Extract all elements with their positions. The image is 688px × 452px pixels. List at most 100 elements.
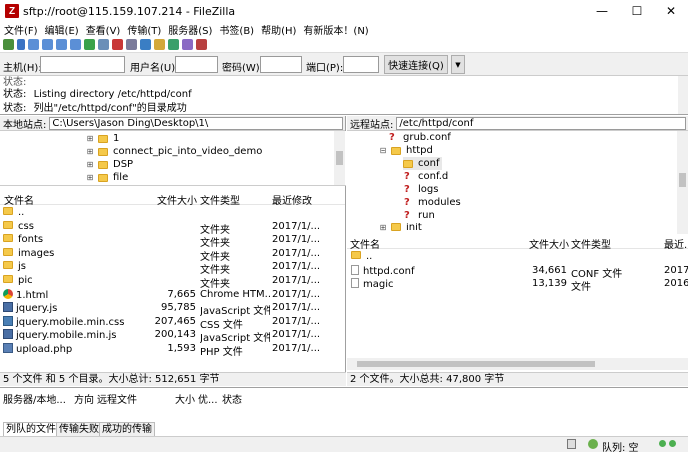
close-button[interactable]: ✕ [654, 0, 688, 22]
expand-icon[interactable]: ⊞ [86, 173, 94, 182]
binoculars-icon[interactable] [196, 38, 207, 50]
col-filesize[interactable]: 文件大小 [529, 236, 569, 251]
toggle-queue-icon[interactable] [70, 38, 81, 50]
menu-transfer[interactable]: 传输(T) [123, 22, 164, 37]
col-filetype[interactable]: 文件类型 [200, 192, 240, 207]
tree-item[interactable]: ⊞ 1 [86, 132, 120, 145]
message-log[interactable]: 状态: 状态: Listing directory /etc/httpd/con… [0, 76, 688, 115]
tree-item[interactable]: ⊟ httpd [379, 144, 433, 157]
col-filetype[interactable]: 文件类型 [571, 236, 611, 251]
sync-browsing-icon[interactable] [168, 38, 179, 50]
menu-file[interactable]: 文件(F) [0, 22, 41, 37]
quickconnect-bar: 主机(H): 用户名(U): 密码(W): 端口(P): 快速连接(Q) ▼ [0, 52, 688, 76]
table-row[interactable]: jquery.mobile.min.css 207,465 CSS 文件 2017/1… [0, 315, 345, 331]
menu-bookmarks[interactable]: 书签(B) [215, 22, 257, 37]
tree-item[interactable]: ⊞ DSP [86, 158, 133, 171]
table-row[interactable]: jquery.js 95,785 JavaScript 文件 2017/1/... [0, 301, 345, 317]
toggle-log-icon[interactable] [28, 38, 39, 50]
expand-icon[interactable]: ⊞ [379, 223, 387, 231]
col-server-local[interactable]: 服务器/本地... [3, 391, 66, 406]
disconnect-icon[interactable] [126, 38, 137, 50]
table-row[interactable]: 1.html 7,665 Chrome HTM... 2017/1/... [0, 288, 345, 302]
col-priority[interactable]: 优... [198, 391, 218, 406]
tree-item[interactable]: ? logs [404, 183, 438, 196]
menu-server[interactable]: 服务器(S) [164, 22, 215, 37]
window-title: sftp://root@115.159.107.214 - FileZilla [23, 4, 236, 18]
file-name: jquery.mobile.min.css [16, 316, 125, 328]
user-input[interactable] [175, 56, 218, 73]
table-row[interactable]: fonts 文件夹 2017/1/... [0, 233, 345, 249]
tab-failed-transfers[interactable]: 传输失败 [56, 422, 102, 436]
col-filename[interactable]: 文件名 [350, 236, 380, 251]
collapse-icon[interactable]: ⊟ [379, 146, 387, 155]
table-row[interactable]: js 文件夹 2017/1/... [0, 260, 345, 276]
password-input[interactable] [260, 56, 302, 73]
reconnect-icon[interactable] [140, 38, 151, 50]
table-row[interactable]: .. [0, 206, 345, 220]
upload-indicator-icon [659, 440, 666, 447]
menu-help[interactable]: 帮助(H) [257, 22, 299, 37]
tree-item[interactable]: ? grub.conf [389, 131, 451, 144]
col-modified[interactable]: 最近... [664, 236, 688, 251]
process-queue-icon[interactable] [98, 38, 109, 50]
local-path-input[interactable]: C:\Users\Jason Ding\Desktop\1\ [49, 116, 343, 130]
tree-item[interactable]: ? run [404, 209, 435, 222]
expand-icon[interactable]: ⊞ [86, 147, 94, 156]
col-status[interactable]: 状态 [222, 391, 242, 406]
remote-hscrollbar[interactable] [347, 358, 688, 370]
menu-view[interactable]: 查看(V) [82, 22, 124, 37]
col-remote-file[interactable]: 远程文件 [97, 391, 137, 406]
remote-path-input[interactable]: /etc/httpd/conf [396, 116, 686, 130]
directory-comparison-icon[interactable] [154, 38, 165, 50]
table-row[interactable]: httpd.conf34,661CONF 文件2017/ [347, 264, 688, 280]
remote-tree-scrollbar[interactable] [677, 131, 688, 244]
log-line: 状态: Listing directory /etc/httpd/conf [3, 85, 192, 100]
remote-list-header: 文件名 文件大小 文件类型 最近... [347, 234, 688, 251]
tree-item[interactable]: ⊞ connect_pic_into_video_demo [86, 145, 263, 158]
search-files-icon[interactable] [182, 38, 193, 50]
host-input[interactable] [40, 56, 125, 73]
tree-item[interactable]: ⊞ file [86, 171, 129, 184]
tree-item-selected[interactable]: conf [403, 157, 443, 170]
table-row[interactable]: jquery.mobile.min.js 200,143 JavaScript 文件… [0, 328, 345, 344]
toggle-remote-tree-icon[interactable] [56, 38, 67, 50]
table-row[interactable]: pic 文件夹 2017/1/... [0, 274, 345, 290]
table-row[interactable]: css 文件夹 2017/1/... [0, 220, 345, 236]
col-filename[interactable]: 文件名 [4, 192, 34, 207]
local-tree-scrollbar[interactable] [334, 131, 345, 185]
col-direction[interactable]: 方向 [74, 391, 94, 406]
menu-new-version[interactable]: 有新版本！(N) [299, 22, 371, 37]
site-manager-dropdown-icon[interactable] [17, 38, 25, 50]
tab-queued-files[interactable]: 列队的文件 [3, 422, 59, 436]
file-size: 95,785 [161, 302, 196, 314]
col-size[interactable]: 大小 [175, 391, 195, 406]
file-modified: 2017/ [664, 264, 688, 276]
log-scrollbar[interactable] [678, 76, 688, 114]
tree-item[interactable]: ? conf.d [404, 170, 448, 183]
minimize-button[interactable]: — [585, 0, 619, 22]
table-row[interactable]: upload.php 1,593 PHP 文件 2017/1/... [0, 342, 345, 358]
quickconnect-dropdown[interactable]: ▼ [451, 55, 465, 74]
cancel-icon[interactable] [112, 38, 123, 50]
queue-status-icon [588, 439, 598, 449]
tree-item[interactable]: ? modules [404, 196, 461, 209]
site-manager-icon[interactable] [3, 38, 14, 50]
maximize-button[interactable]: ☐ [620, 0, 654, 22]
file-name: upload.php [16, 344, 73, 355]
refresh-icon[interactable] [84, 38, 95, 50]
table-row[interactable]: magic 13,139 文件 2016/ [347, 277, 688, 293]
col-modified[interactable]: 最近修改 [272, 192, 312, 207]
col-filesize[interactable]: 文件大小 [157, 192, 197, 207]
port-input[interactable] [343, 56, 379, 73]
table-row[interactable]: images 文件夹 2017/1/... [0, 247, 345, 263]
tab-successful-transfers[interactable]: 成功的传输 [99, 422, 155, 436]
table-row[interactable]: .. [347, 250, 688, 264]
tree-item[interactable]: ⊞ init [379, 223, 422, 231]
toggle-local-tree-icon[interactable] [42, 38, 53, 50]
expand-icon[interactable]: ⊞ [86, 160, 94, 169]
unknown-folder-icon: ? [389, 132, 395, 143]
quickconnect-button[interactable]: 快速连接(Q) [384, 55, 448, 74]
expand-icon[interactable]: ⊞ [86, 134, 94, 143]
file-size: 34,661 [532, 264, 567, 276]
menu-edit[interactable]: 编辑(E) [41, 22, 82, 37]
